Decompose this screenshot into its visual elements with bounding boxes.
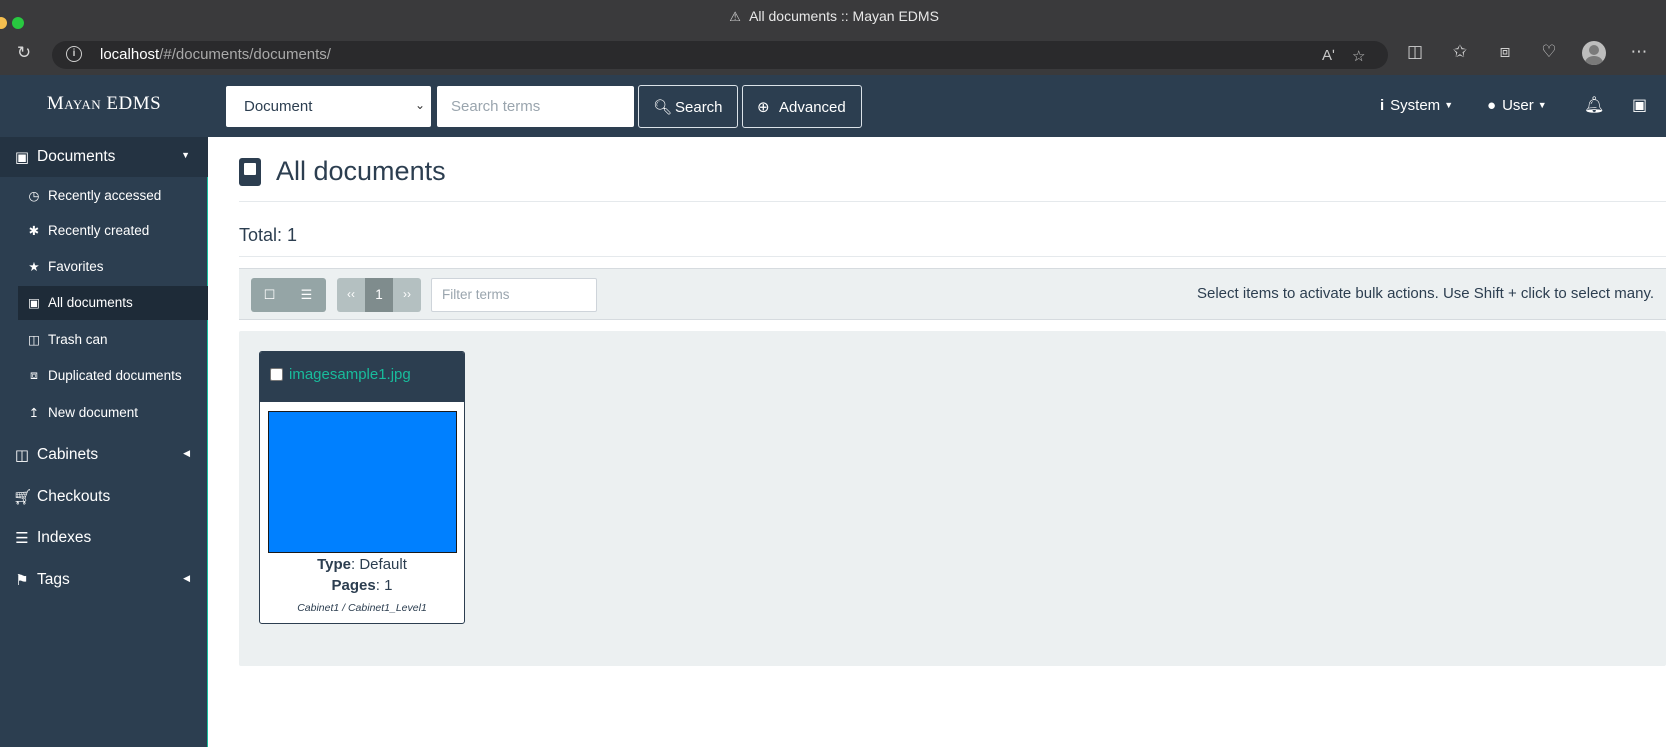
shopping-cart-icon: 🛒︎ [13,489,33,506]
collections-icon[interactable]: ⧈ [1494,42,1516,62]
more-menu-icon[interactable]: ⋯ [1628,42,1650,62]
sidebar-item-trash-can[interactable]: ◫ Trash can [18,323,208,357]
sidebar-section-indexes[interactable]: ☰ Indexes [0,518,208,558]
brand-logo[interactable]: Mayan EDMS [0,75,208,137]
sidebar-item-duplicated-documents[interactable]: ⧈ Duplicated documents [18,359,208,393]
clock-icon: ◷ [28,189,40,203]
document-cabinets: Cabinet1 / Cabinet1_Level1 [297,602,427,614]
address-bar[interactable]: i localhost/#/documents/documents/ Aʹ ☆ [52,41,1388,69]
clone-icon: ⧈ [30,368,38,382]
pager-next-button[interactable]: ›› [393,278,421,312]
sidebar: ▣ Documents ▼ ◷ Recently accessed ✱ Rece… [0,137,208,747]
favorites-list-icon[interactable]: ✩ [1449,42,1471,62]
url-text[interactable]: localhost/#/documents/documents/ [100,46,331,63]
caret-down-icon: ▼ [1537,100,1547,110]
divider [239,201,1666,202]
book-icon [239,158,261,186]
upload-icon: ↥ [28,406,40,420]
sidebar-item-all-documents[interactable]: ▣ All documents [18,286,208,320]
sidebar-section-cabinets[interactable]: ◫ Cabinets ◀ [0,435,208,475]
sidebar-item-favorites[interactable]: ★ Favorites [18,250,208,284]
search-icon: 🔍︎ [653,99,673,116]
read-aloud-icon[interactable]: Aʹ [1322,47,1335,64]
columns-icon: ◫ [14,447,30,464]
list-view-icon[interactable]: ☰ [288,278,325,312]
warning-icon: ⚠ [729,9,741,24]
sidebar-section-checkouts[interactable]: 🛒︎ Checkouts [0,477,208,517]
browser-toolbar: ↻ i localhost/#/documents/documents/ Aʹ … [0,34,1666,75]
pager-prev-button[interactable]: ‹‹ [337,278,365,312]
book-icon: ▣ [14,149,30,166]
search-plus-icon: ⊕ [757,99,770,116]
documents-grid: imagesample1.jpg Type: Default Pages: 1 … [239,331,1666,666]
sidebar-item-recently-accessed[interactable]: ◷ Recently accessed [18,179,208,213]
browser-essentials-icon[interactable]: ♡ [1538,42,1560,62]
bell-icon[interactable]: 🔔︎ [1584,95,1604,115]
user-menu[interactable]: ● User ▼ [1487,97,1547,114]
search-model-select[interactable]: Document ⌄ [226,86,431,127]
browser-titlebar: ⚠ All documents :: Mayan EDMS [0,0,1666,34]
caret-left-icon: ◀ [183,573,190,583]
document-thumbnail[interactable] [268,411,457,553]
user-circle-icon: ● [1487,97,1497,114]
caret-down-icon: ▼ [181,150,190,160]
document-link[interactable]: imagesample1.jpg [289,366,411,383]
favorite-star-icon[interactable]: ☆ [1352,47,1365,65]
select-all-checkbox-icon[interactable]: ☐ [251,278,288,312]
document-type: Type: Default [317,556,407,573]
document-select-checkbox[interactable] [270,368,283,381]
trash-icon: ◫ [28,333,40,347]
reload-icon[interactable]: ↻ [14,43,34,63]
sidebar-section-documents[interactable]: ▣ Documents ▼ [0,137,208,177]
info-icon: i [1380,97,1385,114]
document-pages: Pages: 1 [331,577,393,594]
bulk-actions-hint: Select items to activate bulk actions. U… [1197,285,1654,302]
sidebar-section-tags[interactable]: ⚑ Tags ◀ [0,560,208,600]
document-card-header: imagesample1.jpg [260,352,464,402]
caret-down-icon: ▼ [1444,100,1454,110]
chevron-down-icon: ⌄ [414,98,425,112]
advanced-search-button[interactable]: ⊕ Advanced [742,85,862,128]
book-icon: ▣ [28,296,40,310]
list-icon: ☰ [15,530,29,547]
tags-icon: ⚑ [15,572,29,589]
window-title: ⚠ All documents :: Mayan EDMS [0,8,1666,25]
message-icon[interactable]: ▣ [1632,95,1647,115]
sidebar-item-recently-created[interactable]: ✱ Recently created [18,214,208,248]
page-title: All documents [276,156,446,186]
split-screen-icon[interactable]: ◫ [1404,42,1426,62]
sidebar-item-new-document[interactable]: ↥ New document [18,396,208,430]
caret-left-icon: ◀ [183,448,190,458]
search-input[interactable]: Search terms [437,86,634,127]
document-card: imagesample1.jpg Type: Default Pages: 1 … [259,351,465,624]
system-menu[interactable]: i System ▼ [1380,97,1453,114]
profile-avatar[interactable] [1582,41,1606,65]
total-count: Total: 1 [239,225,298,245]
list-toolbar: ☐ ☰ ‹‹ 1 ›› Filter terms Select items to… [239,268,1666,320]
filter-input[interactable]: Filter terms [431,278,597,312]
pager-page-1[interactable]: 1 [365,278,393,312]
asterisk-icon: ✱ [28,224,40,238]
star-icon: ★ [28,260,40,274]
search-button[interactable]: 🔍︎ Search [638,85,738,128]
divider [239,256,1666,257]
app-navbar: Mayan EDMS Document ⌄ Search terms 🔍︎ Sea… [0,75,1666,137]
info-icon[interactable]: i [66,46,82,62]
view-mode-group: ☐ ☰ [251,278,326,312]
